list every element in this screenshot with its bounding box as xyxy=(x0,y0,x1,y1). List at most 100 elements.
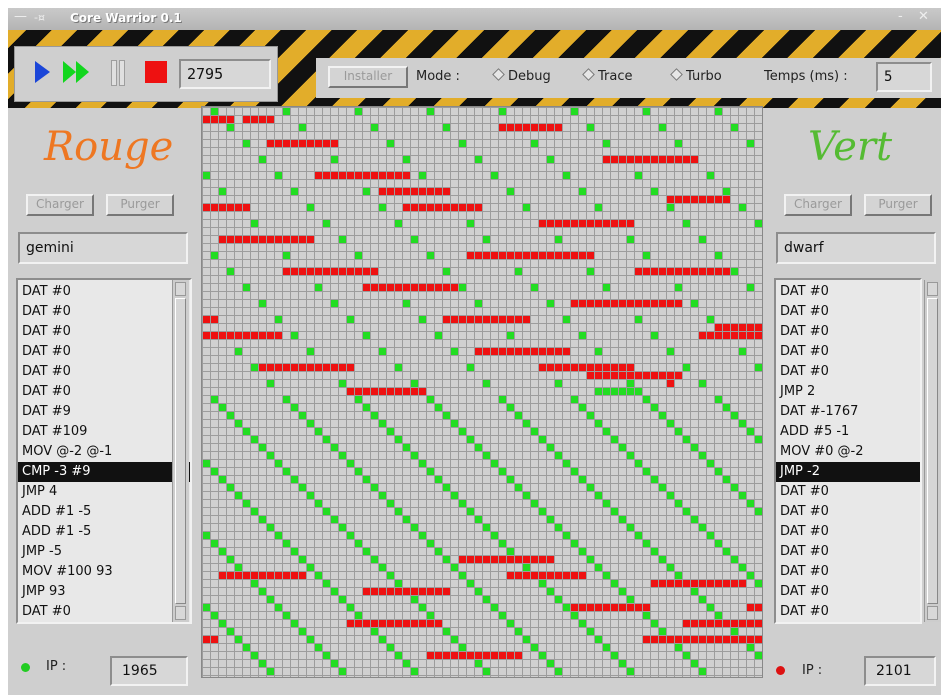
scroll-down-icon[interactable] xyxy=(175,606,186,620)
red-cell xyxy=(507,652,514,659)
instruction-row[interactable]: DAT #0 xyxy=(776,362,920,382)
close-icon[interactable]: ✕ xyxy=(918,9,929,24)
instruction-row[interactable]: DAT #0 xyxy=(18,302,190,322)
green-cell xyxy=(531,500,538,507)
green-cell xyxy=(443,124,450,131)
stop-button[interactable] xyxy=(145,61,167,83)
instruction-row[interactable]: DAT #109 xyxy=(18,422,190,442)
instruction-row[interactable]: DAT #0 xyxy=(776,282,920,302)
green-cell xyxy=(355,468,362,475)
play-button[interactable] xyxy=(35,61,50,83)
instruction-row[interactable]: ADD #1 -5 xyxy=(18,522,190,542)
left-scrollbar[interactable] xyxy=(172,280,189,622)
scroll-up-icon[interactable] xyxy=(175,282,186,296)
instruction-row[interactable]: DAT #0 xyxy=(776,502,920,522)
instruction-row[interactable]: JMP 4 xyxy=(18,482,190,502)
instruction-row[interactable]: CMP -3 #9 xyxy=(18,462,190,482)
instruction-row[interactable]: JMP 93 xyxy=(18,582,190,602)
instruction-row[interactable]: DAT #0 xyxy=(776,482,920,502)
left-load-button[interactable]: Charger xyxy=(26,194,94,216)
pin-icon[interactable]: -¤ xyxy=(34,11,45,24)
instruction-row[interactable]: ADD #5 -1 xyxy=(776,422,920,442)
green-cell xyxy=(387,140,394,147)
mode-turbo-radio[interactable]: Turbo xyxy=(670,68,722,84)
green-cell xyxy=(603,644,610,651)
mode-trace-radio[interactable]: Trace xyxy=(582,68,633,84)
right-ip-value: 2101 xyxy=(864,656,936,686)
instruction-row[interactable]: DAT #0 xyxy=(18,362,190,382)
instruction-row[interactable]: DAT #0 xyxy=(776,322,920,342)
left-purge-button[interactable]: Purger xyxy=(106,194,174,216)
red-cell xyxy=(667,580,674,587)
install-button[interactable]: Installer xyxy=(328,66,408,88)
green-cell xyxy=(555,380,562,387)
red-cell xyxy=(467,204,474,211)
instruction-row[interactable]: JMP -5 xyxy=(18,542,190,562)
green-cell xyxy=(427,540,434,547)
red-cell xyxy=(627,300,634,307)
instruction-row[interactable]: DAT #0 xyxy=(776,562,920,582)
green-cell xyxy=(451,348,458,355)
green-cell xyxy=(459,428,466,435)
green-cell xyxy=(203,172,210,179)
red-cell xyxy=(427,620,434,627)
instruction-row[interactable]: DAT #0 xyxy=(18,602,190,622)
green-cell xyxy=(403,444,410,451)
mode-debug-radio[interactable]: Debug xyxy=(492,68,551,84)
red-cell xyxy=(611,364,618,371)
minimize-icon[interactable]: - xyxy=(898,9,903,24)
green-cell xyxy=(515,484,522,491)
green-cell xyxy=(203,460,210,467)
instruction-row[interactable]: DAT #0 xyxy=(18,342,190,362)
red-cell xyxy=(219,572,226,579)
instruction-row[interactable]: DAT #0 xyxy=(18,322,190,342)
red-cell xyxy=(675,268,682,275)
red-cell xyxy=(331,140,338,147)
window-menu-icon[interactable]: — xyxy=(14,9,27,24)
red-cell xyxy=(507,124,514,131)
pause-button[interactable] xyxy=(109,60,127,86)
time-input[interactable]: 5 xyxy=(876,62,932,92)
instruction-row[interactable]: MOV @-2 @-1 xyxy=(18,442,190,462)
instruction-row[interactable]: DAT #-1767 xyxy=(776,402,920,422)
instruction-row[interactable]: DAT #0 xyxy=(776,302,920,322)
instruction-row[interactable]: ADD #1 -5 xyxy=(18,502,190,522)
left-program-name[interactable]: gemini xyxy=(18,232,188,264)
instruction-row[interactable]: DAT #0 xyxy=(18,382,190,402)
red-cell xyxy=(627,372,634,379)
instruction-row[interactable]: DAT #0 xyxy=(776,522,920,542)
left-instruction-list[interactable]: DAT #0 DAT #0 DAT #0 DAT #0 DAT #0 DAT #0 DAT … xyxy=(16,278,192,624)
scroll-thumb[interactable] xyxy=(175,298,186,604)
instruction-row[interactable]: JMP -2 xyxy=(776,462,920,482)
right-scrollbar[interactable] xyxy=(924,280,941,622)
scroll-thumb[interactable] xyxy=(927,298,938,604)
instruction-row[interactable]: MOV #0 @-2 xyxy=(776,442,920,462)
instruction-row[interactable]: DAT #0 xyxy=(776,582,920,602)
green-cell xyxy=(475,300,482,307)
green-cell xyxy=(411,668,418,675)
instruction-row[interactable]: DAT #0 xyxy=(18,282,190,302)
green-cell xyxy=(715,252,722,259)
instruction-row[interactable]: JMP 2 xyxy=(776,382,920,402)
right-purge-button[interactable]: Purger xyxy=(864,194,932,216)
instruction-row[interactable]: DAT #0 xyxy=(776,602,920,622)
right-load-button[interactable]: Charger xyxy=(784,194,852,216)
green-cell xyxy=(579,404,586,411)
instruction-row[interactable]: MOV #100 93 xyxy=(18,562,190,582)
scroll-down-icon[interactable] xyxy=(927,606,938,620)
green-cell xyxy=(379,420,386,427)
instruction-row[interactable]: DAT #0 xyxy=(776,342,920,362)
green-cell xyxy=(443,268,450,275)
red-cell xyxy=(491,316,498,323)
red-cell xyxy=(507,572,514,579)
green-cell xyxy=(251,220,258,227)
right-program-name[interactable]: dwarf xyxy=(776,232,936,264)
instruction-row[interactable]: DAT #9 xyxy=(18,402,190,422)
instruction-row[interactable]: DAT #0 xyxy=(776,542,920,562)
red-cell xyxy=(603,300,610,307)
right-instruction-list[interactable]: DAT #0 DAT #0 DAT #0 DAT #0 DAT #0 JMP 2 DAT #… xyxy=(774,278,922,624)
green-cell xyxy=(643,612,650,619)
fast-forward-button[interactable] xyxy=(63,61,99,83)
scroll-up-icon[interactable] xyxy=(927,282,938,296)
green-cell xyxy=(563,604,570,611)
